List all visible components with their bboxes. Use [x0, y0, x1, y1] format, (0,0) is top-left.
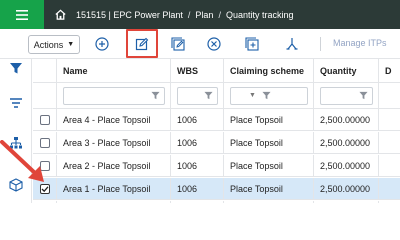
actions-label: Actions — [33, 39, 64, 50]
row-checkbox[interactable] — [39, 137, 50, 148]
filter-icon[interactable] — [262, 91, 271, 100]
filter-lines-icon[interactable] — [9, 96, 23, 110]
hamburger-icon — [16, 9, 28, 20]
d-cell — [379, 132, 400, 153]
wbs-cell — [171, 201, 224, 203]
remove-circle-icon[interactable] — [204, 34, 224, 54]
quantity-cell: 2,500.00000 — [314, 132, 379, 153]
package-icon[interactable] — [9, 178, 23, 192]
bulk-edit-icon[interactable] — [168, 34, 188, 54]
edit-button-highlight — [126, 29, 158, 58]
wbs-cell: 1006 — [171, 155, 224, 176]
scheme-cell: Place Topsoil — [224, 155, 314, 176]
column-header-wbs[interactable]: WBS — [171, 59, 224, 82]
hierarchy-icon[interactable] — [9, 136, 23, 150]
name-cell: Area 4 - Place Topsoil — [57, 109, 171, 130]
toolbar-divider — [320, 37, 321, 51]
d-cell — [379, 201, 400, 203]
breadcrumb-separator: / — [187, 9, 191, 20]
column-header-claiming-scheme[interactable]: Claiming scheme — [224, 59, 314, 82]
scheme-filter-cell: ▼ — [224, 83, 314, 108]
filter-spacer — [33, 83, 57, 108]
breadcrumb-quantity-tracking[interactable]: Quantity tracking — [226, 10, 294, 20]
name-filter-input[interactable] — [63, 86, 165, 105]
row-select-cell — [33, 132, 57, 153]
table-row-partial[interactable] — [33, 201, 400, 203]
scheme-cell: Place Topsoil — [224, 109, 314, 130]
table-row[interactable]: Area 3 - Place Topsoil 1006 Place Topsoi… — [33, 132, 400, 154]
d-cell — [379, 109, 400, 130]
top-bar: 151515 | EPC Power Plant / Plan / Quanti… — [0, 0, 400, 29]
quantity-cell: 2,500.00000 — [314, 109, 379, 130]
row-checkbox-checked[interactable] — [39, 183, 50, 194]
breadcrumb: 151515 | EPC Power Plant / Plan / Quanti… — [76, 10, 293, 20]
table-row[interactable]: Area 4 - Place Topsoil 1006 Place Topsoi… — [33, 109, 400, 131]
name-cell: Area 1 - Place Topsoil — [57, 178, 171, 199]
manage-itps-button[interactable]: Manage ITPs — [333, 38, 387, 48]
breadcrumb-separator: / — [218, 9, 221, 20]
wbs-cell: 1006 — [171, 132, 224, 153]
checkmark-icon — [41, 185, 48, 192]
name-cell — [57, 201, 171, 203]
scheme-cell — [224, 201, 314, 203]
quantity-cell: 2,500.00000 — [314, 178, 379, 199]
name-cell: Area 3 - Place Topsoil — [57, 132, 171, 153]
left-rail — [0, 59, 32, 203]
scheme-cell: Place Topsoil — [224, 178, 314, 199]
scheme-filter-select[interactable]: ▼ — [230, 86, 308, 105]
d-filter-cell — [379, 83, 400, 108]
breadcrumb-project[interactable]: 151515 | EPC Power Plant — [76, 10, 183, 20]
actions-dropdown[interactable]: Actions ▼ — [28, 35, 80, 54]
column-header-d[interactable]: D — [379, 59, 400, 82]
table-row-selected[interactable]: Area 1 - Place Topsoil 1006 Place Topsoi… — [33, 178, 400, 200]
row-select-cell — [33, 178, 57, 199]
row-checkbox[interactable] — [39, 114, 50, 125]
quantity-grid: Name WBS Claiming scheme Quantity D ▼ Ar… — [33, 59, 400, 203]
filter-icon[interactable] — [151, 91, 160, 100]
wbs-filter-input[interactable] — [177, 86, 218, 105]
row-checkbox[interactable] — [39, 160, 50, 171]
grid-header-row: Name WBS Claiming scheme Quantity D — [33, 59, 400, 83]
filter-icon[interactable] — [204, 91, 213, 100]
main-menu-button[interactable] — [0, 0, 44, 29]
add-circle-icon[interactable] — [92, 34, 112, 54]
name-cell: Area 2 - Place Topsoil — [57, 155, 171, 176]
filter-funnel-icon[interactable] — [9, 61, 23, 75]
breadcrumb-plan[interactable]: Plan — [195, 10, 213, 20]
wbs-cell: 1006 — [171, 178, 224, 199]
home-icon[interactable] — [54, 8, 68, 22]
wbs-filter-cell — [171, 83, 224, 108]
column-header-quantity[interactable]: Quantity — [314, 59, 379, 82]
scheme-cell: Place Topsoil — [224, 132, 314, 153]
toolbar: Actions ▼ Manage ITPs — [0, 29, 400, 59]
filter-row: ▼ — [33, 83, 400, 109]
select-column-header — [33, 59, 57, 82]
split-icon[interactable] — [282, 34, 302, 54]
quantity-filter-input[interactable] — [320, 86, 373, 105]
row-select-cell — [33, 201, 57, 203]
name-filter-cell — [57, 83, 171, 108]
wbs-cell: 1006 — [171, 109, 224, 130]
caret-down-icon: ▼ — [67, 41, 75, 48]
row-select-cell — [33, 109, 57, 130]
quantity-cell — [314, 201, 379, 203]
quantity-filter-cell — [314, 83, 379, 108]
row-select-cell — [33, 155, 57, 176]
add-group-icon[interactable] — [242, 34, 262, 54]
caret-down-icon: ▼ — [249, 92, 256, 99]
d-cell — [379, 178, 400, 199]
d-cell — [379, 155, 400, 176]
filter-icon[interactable] — [359, 91, 368, 100]
column-header-name[interactable]: Name — [57, 59, 171, 82]
quantity-cell: 2,500.00000 — [314, 155, 379, 176]
table-row[interactable]: Area 2 - Place Topsoil 1006 Place Topsoi… — [33, 155, 400, 177]
